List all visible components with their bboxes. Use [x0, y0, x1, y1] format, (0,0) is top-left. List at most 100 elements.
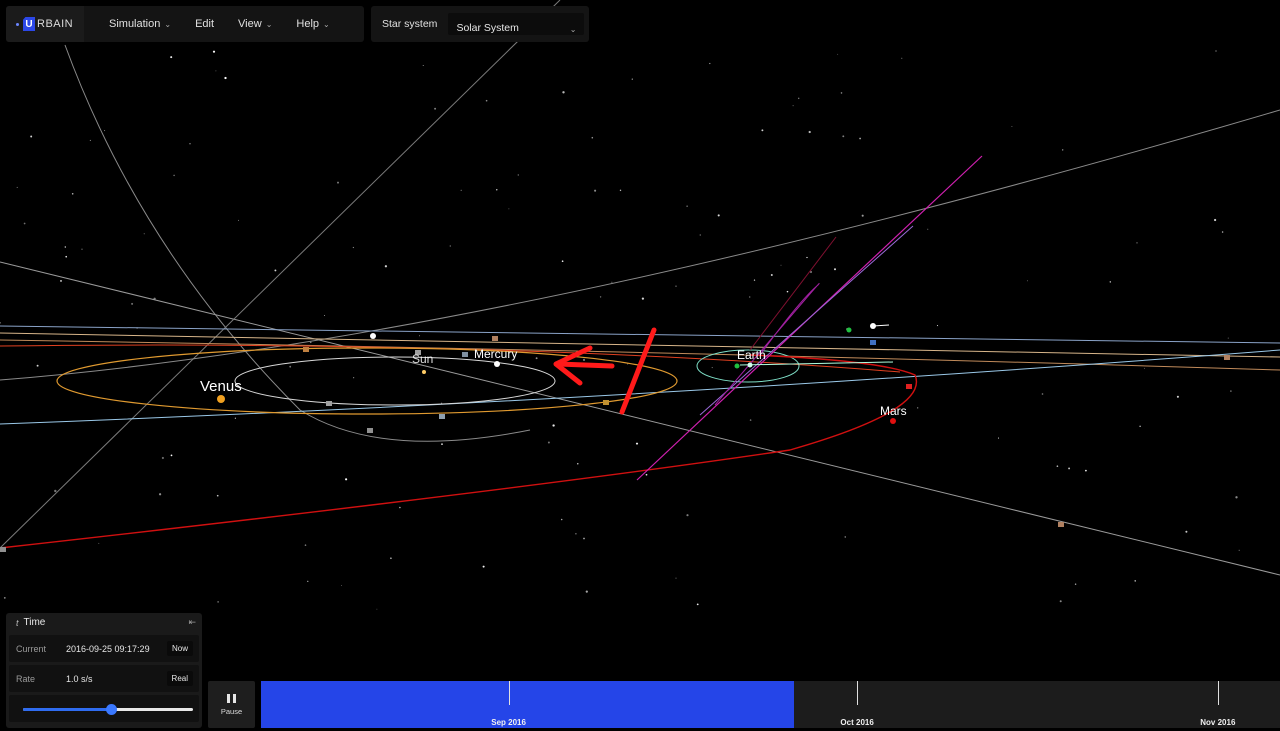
- star: [1056, 465, 1059, 468]
- star: [217, 601, 219, 603]
- star: [786, 290, 789, 293]
- mars-label: Mars: [880, 404, 907, 418]
- star: [482, 565, 485, 568]
- star: [594, 189, 597, 192]
- star: [1085, 469, 1087, 472]
- now-button[interactable]: Now: [166, 641, 193, 656]
- star: [1227, 337, 1229, 339]
- asteroid-marker: [906, 384, 912, 389]
- comet-trajectory: [714, 283, 820, 406]
- collapse-panel-icon[interactable]: ⇤: [188, 617, 196, 628]
- star: [1041, 393, 1044, 395]
- star: [65, 255, 67, 258]
- real-button[interactable]: Real: [166, 671, 193, 686]
- star: [352, 246, 355, 249]
- star: [1026, 280, 1028, 282]
- star: [641, 297, 645, 300]
- time-panel: t Time ⇤ Current 2016-09-25 09:17:29 Now…: [6, 613, 202, 728]
- star: [216, 494, 219, 497]
- asteroid-marker: [303, 347, 309, 352]
- star: [575, 533, 577, 535]
- earth-label: Earth: [737, 348, 766, 362]
- star: [89, 139, 91, 141]
- star-field: [0, 50, 1240, 610]
- star: [419, 335, 421, 337]
- star: [54, 489, 57, 493]
- star: [717, 214, 720, 217]
- orbit-line: [0, 261, 1280, 576]
- app-logo[interactable]: U RBAIN: [6, 6, 84, 42]
- star: [16, 186, 18, 188]
- star: [699, 234, 701, 236]
- star: [485, 99, 488, 102]
- star-system-value: Solar System: [456, 22, 519, 34]
- star: [859, 137, 861, 140]
- star: [215, 70, 217, 72]
- star: [1235, 496, 1238, 499]
- main-menu: Simulation ⌄ Edit View ⌄ Help ⌄: [84, 6, 342, 42]
- chevron-down-icon: ⌄: [569, 25, 577, 34]
- star: [324, 315, 325, 316]
- menu-simulation[interactable]: Simulation ⌄: [84, 6, 183, 42]
- star-system-select[interactable]: Solar System ⌄: [448, 13, 585, 35]
- rate-slider-row: [9, 695, 199, 722]
- star: [749, 419, 752, 421]
- time-icon: t: [16, 617, 19, 628]
- menu-help[interactable]: Help ⌄: [284, 6, 341, 42]
- asteroid-marker: [870, 340, 876, 345]
- star: [749, 296, 751, 298]
- star: [81, 248, 83, 250]
- star: [560, 518, 563, 521]
- star: [441, 443, 443, 445]
- star: [917, 407, 919, 409]
- star: [675, 577, 677, 579]
- current-time-label: Current: [16, 643, 47, 654]
- star: [686, 514, 689, 517]
- sun-body[interactable]: Sun: [412, 352, 433, 374]
- star: [1134, 580, 1136, 582]
- star: [1068, 467, 1071, 470]
- star: [345, 478, 348, 481]
- star: [170, 56, 173, 59]
- timeline-scrubber[interactable]: Sep 2016 Oct 2016 Nov 2016: [261, 681, 1280, 728]
- rate-slider-thumb[interactable]: [105, 704, 117, 715]
- star: [23, 222, 26, 225]
- rate-value[interactable]: 1.0 s/s: [66, 674, 167, 684]
- star: [1062, 149, 1064, 151]
- mars-body[interactable]: Mars: [880, 404, 907, 424]
- star: [71, 193, 74, 195]
- star: [131, 302, 134, 305]
- orbit-line: [0, 325, 1280, 344]
- star: [422, 64, 424, 66]
- asteroid-marker: [0, 547, 6, 552]
- star: [224, 76, 227, 80]
- pause-button[interactable]: Pause: [208, 681, 255, 728]
- star: [212, 50, 216, 53]
- star: [1109, 281, 1112, 283]
- star: [861, 214, 864, 217]
- time-panel-header: t Time ⇤: [6, 613, 202, 632]
- star: [234, 417, 236, 419]
- menu-view-label: View: [238, 18, 262, 30]
- star: [143, 233, 145, 235]
- star: [562, 91, 565, 94]
- star: [170, 454, 173, 457]
- current-time-value[interactable]: 2016-09-25 09:17:29: [66, 644, 167, 654]
- star: [307, 580, 309, 582]
- menu-edit[interactable]: Edit: [183, 6, 226, 42]
- star: [552, 424, 555, 427]
- orbit-lines: [0, 0, 1280, 576]
- orbit-line: [0, 109, 1280, 381]
- star: [645, 473, 648, 476]
- timeline-tick-label: Sep 2016: [491, 718, 526, 727]
- moon-marker: [846, 327, 852, 333]
- star: [36, 364, 39, 367]
- menu-view[interactable]: View ⌄: [226, 6, 284, 42]
- star: [64, 246, 66, 248]
- mars-orbit: [0, 354, 918, 549]
- venus-body[interactable]: Venus: [200, 378, 242, 403]
- star: [1215, 50, 1217, 52]
- star: [844, 536, 846, 538]
- star: [496, 189, 498, 191]
- star: [104, 130, 106, 132]
